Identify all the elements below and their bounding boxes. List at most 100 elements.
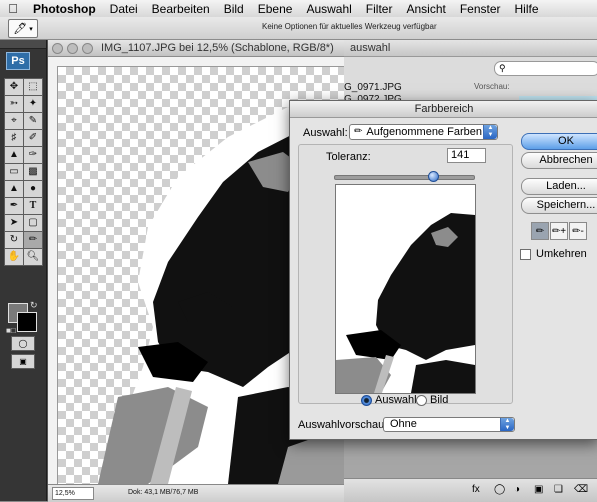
apple-logo-icon[interactable]:  bbox=[0, 1, 26, 16]
zoom-window-icon[interactable] bbox=[82, 42, 93, 54]
document-size-info[interactable]: Dok: 43,1 MB/76,7 MB bbox=[128, 489, 198, 496]
horizontal-ruler[interactable] bbox=[48, 57, 345, 67]
path-select-tool[interactable]: ➤ bbox=[4, 214, 24, 232]
invert-checkbox-box bbox=[520, 248, 531, 260]
panel-area: fx ◯ ◑ ▣ ❏ ⌫ bbox=[344, 440, 597, 502]
invert-checkbox[interactable]: Umkehren bbox=[520, 248, 587, 260]
radio-selection[interactable]: Auswahl bbox=[361, 394, 417, 406]
selection-preview[interactable] bbox=[335, 184, 476, 394]
3d-rotate-icon: ↻ bbox=[9, 234, 19, 245]
clone-stamp-icon: ▲ bbox=[9, 149, 19, 160]
selection-preview-dropdown[interactable]: Ohne ▲ ▼ bbox=[383, 417, 515, 432]
menu-filter[interactable]: Filter bbox=[359, 2, 400, 16]
options-bar: 🖊︎ ▾ Keine Optionen für aktuelles Werkzeu… bbox=[0, 17, 597, 40]
fuzziness-slider-track[interactable] bbox=[334, 175, 475, 180]
preview-label: Vorschau: bbox=[474, 82, 510, 91]
3d-rotate-tool[interactable]: ↻ bbox=[4, 231, 24, 249]
close-window-icon[interactable] bbox=[52, 42, 63, 54]
menu-ansicht[interactable]: Ansicht bbox=[399, 2, 452, 16]
radio-image-label: Bild bbox=[430, 394, 449, 406]
panel-grip[interactable] bbox=[0, 40, 46, 49]
default-colors-icon[interactable]: ■□ bbox=[6, 326, 16, 335]
eyedropper-plus-icon: ✏+ bbox=[551, 225, 567, 237]
ps-logo: Ps bbox=[6, 52, 30, 70]
blur-tool[interactable]: ▲ bbox=[4, 180, 24, 198]
quick-mask-button[interactable]: ◯ bbox=[11, 336, 35, 351]
file-browser-search-input[interactable]: ⚲ bbox=[494, 61, 597, 76]
select-label: Auswahl: bbox=[303, 127, 348, 139]
mask-icon[interactable]: ◯ bbox=[494, 484, 505, 495]
eraser-tool[interactable]: ▭ bbox=[4, 163, 24, 181]
document-status-bar: 12,5% Dok: 43,1 MB/76,7 MB bbox=[48, 484, 345, 502]
menu-bearbeiten[interactable]: Bearbeiten bbox=[145, 2, 217, 16]
quick-select-tool[interactable]: ✦ bbox=[23, 95, 43, 113]
zoom-level-field[interactable]: 12,5% bbox=[52, 487, 94, 500]
tool-preset-picker[interactable]: 🖊︎ ▾ bbox=[8, 19, 38, 38]
eyedropper-icon: ✏ bbox=[535, 225, 545, 237]
crop-tool[interactable]: ⌖ bbox=[4, 112, 24, 130]
screen-mode-button[interactable]: ▣ bbox=[11, 354, 35, 369]
zoom-tool[interactable]: 🔍︎ bbox=[23, 248, 43, 266]
menu-app[interactable]: Photoshop bbox=[26, 2, 103, 16]
gradient-tool[interactable]: ▩ bbox=[23, 163, 43, 181]
menu-fenster[interactable]: Fenster bbox=[453, 2, 508, 16]
history-brush-tool[interactable]: ✑ bbox=[23, 146, 43, 164]
shape-icon: ▢ bbox=[28, 217, 38, 228]
dodge-icon: ● bbox=[29, 183, 37, 194]
lasso-tool[interactable]: ➳ bbox=[4, 95, 24, 113]
load-button[interactable]: Laden... bbox=[521, 178, 597, 195]
save-button[interactable]: Speichern... bbox=[521, 197, 597, 214]
fuzziness-input[interactable]: 141 bbox=[447, 148, 486, 163]
eyedropper-plus-button[interactable]: ✏+ bbox=[550, 222, 568, 240]
blur-icon: ▲ bbox=[9, 183, 19, 194]
vertical-ruler[interactable] bbox=[48, 66, 58, 484]
move-tool[interactable]: ✥ bbox=[4, 78, 24, 96]
type-tool[interactable]: T bbox=[23, 197, 43, 215]
radio-image[interactable]: Bild bbox=[416, 394, 448, 406]
new-layer-icon[interactable]: ❏ bbox=[554, 484, 563, 495]
trash-icon[interactable]: ⌫ bbox=[574, 484, 588, 495]
fuzziness-slider-thumb[interactable] bbox=[427, 171, 439, 182]
lasso-icon: ➳ bbox=[9, 98, 19, 109]
brush-tool[interactable]: ✐ bbox=[23, 129, 43, 147]
menu-hilfe[interactable]: Hilfe bbox=[508, 2, 546, 16]
healing-tool[interactable]: ♯ bbox=[4, 129, 24, 147]
crop-icon: ⌖ bbox=[11, 115, 17, 126]
menu-bild[interactable]: Bild bbox=[217, 2, 251, 16]
hand-tool[interactable]: ✋ bbox=[4, 248, 24, 266]
menu-ebene[interactable]: Ebene bbox=[251, 2, 300, 16]
selection-preview-label: Auswahlvorschau: bbox=[298, 419, 388, 431]
dodge-tool[interactable]: ● bbox=[23, 180, 43, 198]
shape-tool[interactable]: ▢ bbox=[23, 214, 43, 232]
slice-tool[interactable]: ✎ bbox=[23, 112, 43, 130]
pen-tool[interactable]: ✒ bbox=[4, 197, 24, 215]
eyedropper-button[interactable]: ✏ bbox=[531, 222, 549, 240]
marquee-tool[interactable]: ⬚ bbox=[23, 78, 43, 96]
gradient-icon: ▩ bbox=[28, 166, 38, 177]
file-browser-title-bar[interactable]: auswahl bbox=[344, 40, 597, 57]
search-icon: ⚲ bbox=[499, 63, 506, 73]
minimize-window-icon[interactable] bbox=[67, 42, 78, 54]
layers-panel-footer: fx ◯ ◑ ▣ ❏ ⌫ bbox=[344, 478, 597, 502]
slice-icon: ✎ bbox=[28, 115, 38, 126]
folder-icon[interactable]: ▣ bbox=[534, 484, 543, 495]
eraser-icon: ▭ bbox=[9, 166, 19, 177]
menu-auswahl[interactable]: Auswahl bbox=[299, 2, 358, 16]
dialog-title[interactable]: Farbbereich bbox=[290, 101, 597, 118]
swap-colors-icon[interactable]: ↻ bbox=[30, 300, 38, 311]
cancel-button[interactable]: Abbrechen bbox=[521, 152, 597, 169]
invert-checkbox-label: Umkehren bbox=[536, 248, 587, 260]
path-select-icon: ➤ bbox=[9, 217, 19, 228]
eyedropper-minus-button[interactable]: ✏- bbox=[569, 222, 587, 240]
document-title-bar[interactable]: IMG_1107.JPG bei 12,5% (Schablone, RGB/8… bbox=[48, 40, 345, 57]
ok-button[interactable]: OK bbox=[521, 133, 597, 150]
eyedropper-tool[interactable]: ✏ bbox=[23, 231, 43, 249]
fx-icon[interactable]: fx bbox=[472, 484, 480, 495]
menu-datei[interactable]: Datei bbox=[103, 2, 145, 16]
quick-mask-icon: ◯ bbox=[18, 339, 28, 348]
select-dropdown[interactable]: ✏ Aufgenommene Farben ▲ ▼ bbox=[349, 124, 498, 140]
file-list-item[interactable]: G_0971.JPG bbox=[344, 82, 402, 93]
background-color-swatch[interactable] bbox=[17, 312, 37, 332]
clone-stamp-tool[interactable]: ▲ bbox=[4, 146, 24, 164]
adjustment-icon[interactable]: ◑ bbox=[514, 484, 520, 495]
